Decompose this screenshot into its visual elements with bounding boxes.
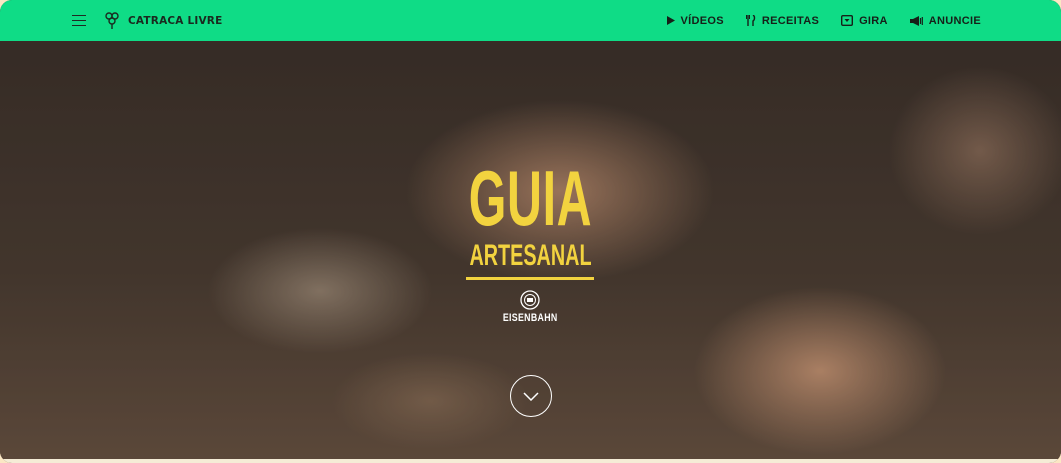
page-frame: CATRACA LIVRE VÍDEOS RECEITAS GIRA ANUNC… [0, 0, 1061, 463]
nav-label-gira: GIRA [859, 14, 888, 27]
page-bottom-edge [0, 459, 1061, 463]
sponsor-logo: EISENBAHN [496, 290, 564, 324]
nav-item-videos[interactable]: VÍDEOS [666, 14, 724, 27]
catraca-logo-icon[interactable] [104, 11, 120, 30]
chevron-down-icon [523, 391, 539, 401]
megaphone-icon [909, 15, 923, 26]
logo-divider [466, 277, 594, 280]
scroll-down-button[interactable] [510, 375, 552, 417]
play-icon [666, 16, 675, 25]
nav-item-anuncie[interactable]: ANUNCIE [909, 14, 981, 27]
nav-label-receitas: RECEITAS [761, 14, 820, 27]
eisenbahn-emblem-icon [520, 290, 540, 310]
main-nav: VÍDEOS RECEITAS GIRA ANUNCIE [666, 0, 982, 41]
cutlery-icon [745, 15, 756, 26]
hero-subtitle: ARTESANAL [468, 239, 592, 272]
brand-name[interactable]: CATRACA LIVRE [128, 15, 222, 27]
hamburger-icon[interactable] [72, 14, 86, 27]
nav-label-anuncie: ANUNCIE [928, 14, 981, 27]
hero-banner: GUIA ARTESANAL EISENBAHN [0, 41, 1061, 459]
nav-item-receitas[interactable]: RECEITAS [745, 14, 820, 27]
guia-artesanal-logo: GUIA ARTESANAL EISENBAHN [465, 159, 595, 324]
brand-area: CATRACA LIVRE [72, 0, 222, 41]
top-navigation-bar: CATRACA LIVRE VÍDEOS RECEITAS GIRA ANUNC… [0, 0, 1061, 41]
sponsor-name: EISENBAHN [502, 312, 558, 324]
nav-label-videos: VÍDEOS [680, 14, 724, 27]
nav-item-gira[interactable]: GIRA [841, 15, 888, 27]
ticket-icon [841, 15, 854, 26]
hero-title: GUIA [468, 154, 592, 242]
